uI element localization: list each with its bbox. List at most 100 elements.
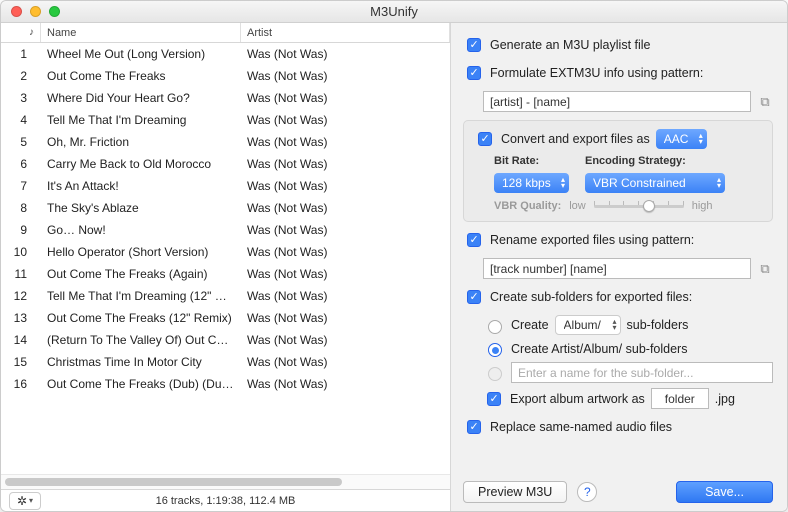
subfolder-custom-input — [511, 362, 773, 383]
track-name: The Sky's Ablaze — [41, 201, 241, 215]
table-row[interactable]: 6Carry Me Back to Old MoroccoWas (Not Wa… — [1, 153, 450, 175]
table-row[interactable]: 16Out Come The Freaks (Dub) (Dub…Was (No… — [1, 373, 450, 395]
track-artist: Was (Not Was) — [241, 289, 450, 303]
table-row[interactable]: 10Hello Operator (Short Version)Was (Not… — [1, 241, 450, 263]
vbr-quality-slider[interactable] — [594, 199, 684, 213]
vbr-low-label: low — [569, 200, 586, 212]
col-name-header[interactable]: Name — [41, 23, 241, 42]
table-row[interactable]: 12Tell Me That I'm Dreaming (12" Remix)W… — [1, 285, 450, 307]
track-number: 10 — [1, 245, 41, 259]
app-window: M3Unify ♪ Name Artist 1Wheel Me Out (Lon… — [0, 0, 788, 512]
bitrate-select[interactable]: 128 kbps — [494, 173, 569, 193]
track-artist: Was (Not Was) — [241, 91, 450, 105]
track-artist: Was (Not Was) — [241, 355, 450, 369]
table-row[interactable]: 3Where Did Your Heart Go?Was (Not Was) — [1, 87, 450, 109]
track-number: 12 — [1, 289, 41, 303]
replace-files-checkbox[interactable] — [467, 420, 481, 434]
table-row[interactable]: 13Out Come The Freaks (12" Remix)Was (No… — [1, 307, 450, 329]
artwork-filename-input[interactable] — [651, 388, 709, 409]
track-name: Tell Me That I'm Dreaming — [41, 113, 241, 127]
rename-files-label: Rename exported files using pattern: — [490, 233, 694, 247]
rename-files-checkbox[interactable] — [467, 233, 481, 247]
formulate-extm3u-label: Formulate EXTM3U info using pattern: — [490, 66, 703, 80]
track-artist: Was (Not Was) — [241, 267, 450, 281]
table-row[interactable]: 8The Sky's AblazeWas (Not Was) — [1, 197, 450, 219]
extm3u-pattern-input[interactable] — [483, 91, 751, 112]
convert-export-checkbox[interactable] — [478, 132, 492, 146]
rename-pattern-input[interactable] — [483, 258, 751, 279]
table-row[interactable]: 2Out Come The FreaksWas (Not Was) — [1, 65, 450, 87]
col-num-header[interactable]: ♪ — [29, 27, 34, 38]
track-name: Out Come The Freaks (12" Remix) — [41, 311, 241, 325]
track-number: 13 — [1, 311, 41, 325]
subfolder-artist-album-radio[interactable] — [488, 343, 502, 357]
encoding-strategy-label: Encoding Strategy: — [585, 155, 725, 167]
gear-menu-button[interactable]: ✲ ▾ — [9, 492, 41, 510]
table-row[interactable]: 7It's An Attack!Was (Not Was) — [1, 175, 450, 197]
subfolder-album-select[interactable]: Album/ — [555, 315, 621, 335]
track-number: 1 — [1, 47, 41, 61]
track-name: Hello Operator (Short Version) — [41, 245, 241, 259]
table-row[interactable]: 14(Return To The Valley Of) Out Co…Was (… — [1, 329, 450, 351]
track-artist: Was (Not Was) — [241, 135, 450, 149]
export-format-select[interactable]: AAC — [656, 129, 707, 149]
track-artist: Was (Not Was) — [241, 179, 450, 193]
bitrate-label: Bit Rate: — [494, 155, 569, 167]
track-number: 8 — [1, 201, 41, 215]
track-name: Carry Me Back to Old Morocco — [41, 157, 241, 171]
subfolder-create-radio[interactable] — [488, 320, 502, 334]
table-row[interactable]: 15Christmas Time In Motor CityWas (Not W… — [1, 351, 450, 373]
minimize-icon[interactable] — [30, 6, 41, 17]
generate-m3u-checkbox[interactable] — [467, 38, 481, 52]
zoom-icon[interactable] — [49, 6, 60, 17]
subfolder-custom-radio — [488, 367, 502, 381]
track-number: 15 — [1, 355, 41, 369]
track-artist: Was (Not Was) — [241, 223, 450, 237]
track-name: It's An Attack! — [41, 179, 241, 193]
vbr-quality-label: VBR Quality: — [494, 200, 561, 212]
table-row[interactable]: 11Out Come The Freaks (Again)Was (Not Wa… — [1, 263, 450, 285]
track-number: 9 — [1, 223, 41, 237]
horizontal-scrollbar[interactable] — [1, 474, 450, 489]
track-name: Out Come The Freaks (Dub) (Dub… — [41, 377, 241, 391]
track-artist: Was (Not Was) — [241, 377, 450, 391]
save-button[interactable]: Save... — [676, 481, 773, 503]
subfolder-create-prefix: Create — [511, 318, 549, 332]
track-name: Where Did Your Heart Go? — [41, 91, 241, 105]
scrollbar-thumb[interactable] — [5, 478, 342, 486]
track-panel: ♪ Name Artist 1Wheel Me Out (Long Versio… — [1, 23, 451, 511]
close-icon[interactable] — [11, 6, 22, 17]
encoding-strategy-select[interactable]: VBR Constrained — [585, 173, 725, 193]
track-name: Oh, Mr. Friction — [41, 135, 241, 149]
export-artwork-label: Export album artwork as — [510, 392, 645, 406]
table-row[interactable]: 1Wheel Me Out (Long Version)Was (Not Was… — [1, 43, 450, 65]
subfolder-artist-album-label: Create Artist/Album/ sub-folders — [511, 342, 687, 356]
track-number: 7 — [1, 179, 41, 193]
copy-icon[interactable]: ⧉ — [757, 94, 773, 110]
track-artist: Was (Not Was) — [241, 245, 450, 259]
create-subfolders-checkbox[interactable] — [467, 290, 481, 304]
window-title: M3Unify — [1, 4, 787, 19]
track-number: 2 — [1, 69, 41, 83]
table-header: ♪ Name Artist — [1, 23, 450, 43]
copy-icon[interactable]: ⧉ — [757, 261, 773, 277]
convert-export-label: Convert and export files as — [501, 132, 650, 146]
slider-thumb[interactable] — [643, 200, 655, 212]
preview-m3u-button[interactable]: Preview M3U — [463, 481, 567, 503]
col-artist-header[interactable]: Artist — [241, 23, 450, 42]
track-name: Go… Now! — [41, 223, 241, 237]
track-artist: Was (Not Was) — [241, 201, 450, 215]
create-subfolders-label: Create sub-folders for exported files: — [490, 290, 692, 304]
formulate-extm3u-checkbox[interactable] — [467, 66, 481, 80]
titlebar: M3Unify — [1, 1, 787, 23]
track-list[interactable]: 1Wheel Me Out (Long Version)Was (Not Was… — [1, 43, 450, 474]
table-row[interactable]: 4Tell Me That I'm DreamingWas (Not Was) — [1, 109, 450, 131]
table-row[interactable]: 9Go… Now!Was (Not Was) — [1, 219, 450, 241]
table-row[interactable]: 5Oh, Mr. FrictionWas (Not Was) — [1, 131, 450, 153]
track-artist: Was (Not Was) — [241, 69, 450, 83]
vbr-high-label: high — [692, 200, 713, 212]
track-number: 14 — [1, 333, 41, 347]
track-artist: Was (Not Was) — [241, 157, 450, 171]
export-artwork-checkbox[interactable] — [487, 392, 501, 406]
help-button[interactable]: ? — [577, 482, 597, 502]
